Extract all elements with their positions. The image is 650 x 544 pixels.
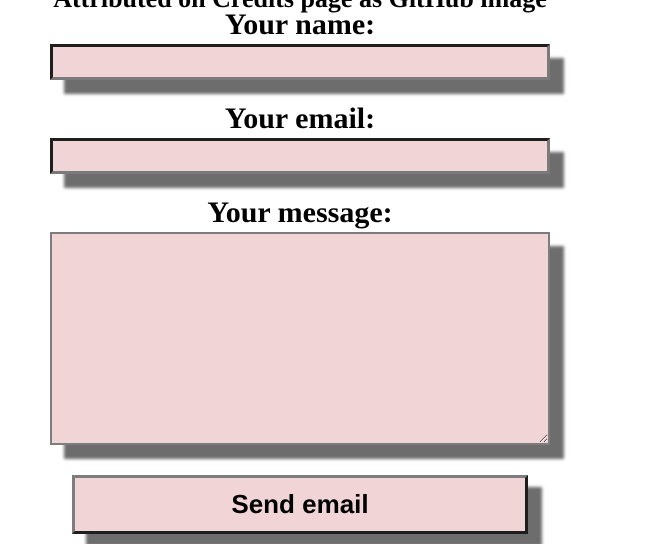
message-textarea[interactable] — [50, 232, 550, 445]
name-label: Your name: — [224, 8, 376, 41]
email-label: Your email: — [224, 102, 376, 135]
email-input[interactable] — [50, 138, 550, 174]
send-email-button[interactable]: Send email — [72, 475, 528, 534]
name-input[interactable] — [50, 44, 550, 80]
message-label: Your message: — [207, 196, 393, 229]
